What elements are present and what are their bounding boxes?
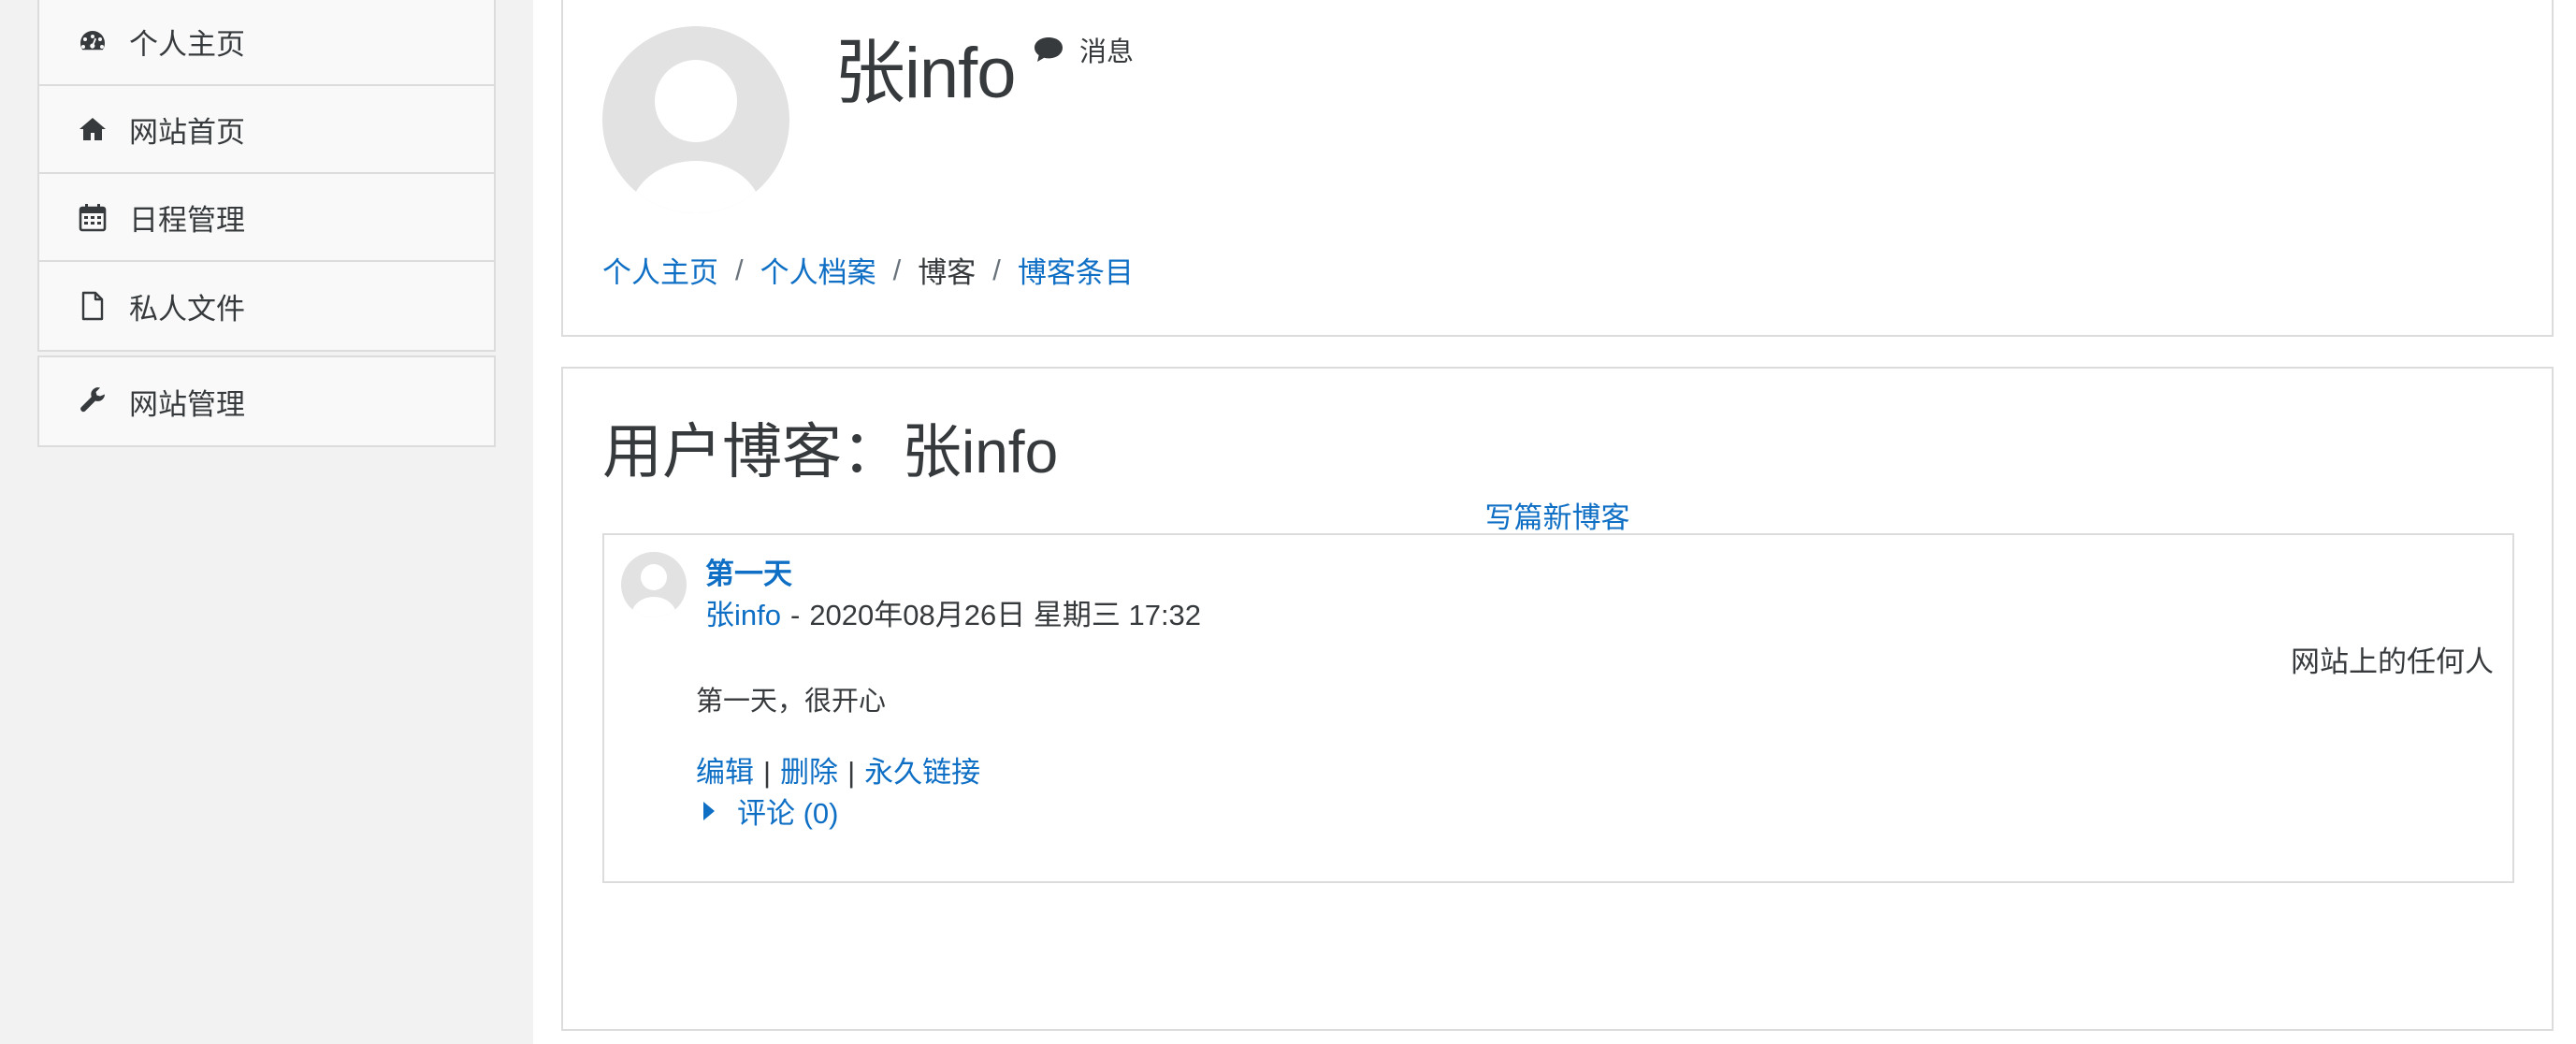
action-separator: | [763,756,772,789]
blog-entry: 第一天 张info -2020年08月26日 星期三 17:32 网站上的任何人 … [602,533,2514,883]
breadcrumb-blog: 博客 [918,256,977,289]
entry-actions: 编辑 | 删除 | 永久链接 [696,748,980,790]
breadcrumb-profile[interactable]: 个人档案 [760,249,876,291]
page-header: 张info 消息 个人主页 / 个人档案 / 博客 / 博客条目 [561,0,2554,337]
nav-item-private-files[interactable]: 私人文件 [39,262,494,350]
comments-toggle[interactable]: 评论 (0) [696,790,839,832]
new-entry-wrapper: 写篇新博客 [563,494,2552,536]
entry-author-avatar[interactable] [621,552,687,617]
message-button[interactable]: 消息 [1033,30,1134,69]
action-separator: | [847,756,856,789]
entry-body: 第一天，很开心 [696,687,887,717]
nav-item-site-admin[interactable]: 网站管理 [39,357,494,445]
nav-item-calendar[interactable]: 日程管理 [39,174,494,262]
left-sidebar: 个人主页 网站首页 日程管理 私人文件 网站管理 [0,0,533,1044]
caret-right-icon [703,801,715,820]
edit-link[interactable]: 编辑 [696,756,754,789]
entry-author-link[interactable]: 张info [705,599,781,631]
nav-item-dashboard[interactable]: 个人主页 [39,0,494,86]
nav-item-label: 网站管理 [129,387,245,421]
dashboard-icon [77,25,109,57]
home-icon [77,113,109,145]
nav-item-site-home[interactable]: 网站首页 [39,86,494,174]
breadcrumb-blog-entries[interactable]: 博客条目 [1018,249,1134,291]
comments-label: 评论 (0) [737,797,839,830]
wrench-icon [77,385,109,417]
meta-dash: - [789,599,801,631]
entry-visibility: 网站上的任何人 [2291,645,2494,678]
entry-meta: 张info -2020年08月26日 星期三 17:32 [705,591,1201,633]
breadcrumb-separator: / [735,253,744,286]
primary-nav: 个人主页 网站首页 日程管理 私人文件 [37,0,496,352]
blog-heading: 用户博客：张info [602,418,1059,486]
page-title: 张info [834,34,1017,113]
avatar-silhouette-head [655,60,737,142]
breadcrumb-separator: / [992,253,1001,286]
main-content: 用户博客：张info 写篇新博客 第一天 张info -2020年08月26日 星… [561,367,2554,1031]
nav-item-label: 日程管理 [129,203,245,237]
delete-link[interactable]: 删除 [780,756,838,789]
nav-item-label: 个人主页 [129,27,245,61]
message-label: 消息 [1079,37,1135,67]
entry-datetime: 2020年08月26日 星期三 17:32 [809,599,1202,631]
breadcrumb-separator: / [892,253,902,286]
breadcrumb-dashboard[interactable]: 个人主页 [602,249,718,291]
secondary-nav: 网站管理 [37,355,496,447]
avatar-silhouette-head [641,564,667,590]
permalink-link[interactable]: 永久链接 [864,756,980,789]
add-new-entry-link[interactable]: 写篇新博客 [1485,501,1630,534]
calendar-icon [77,201,109,233]
nav-item-label: 网站首页 [129,115,245,149]
breadcrumb: 个人主页 / 个人档案 / 博客 / 博客条目 [602,249,1134,291]
user-avatar[interactable] [602,26,789,213]
comment-icon [1035,37,1063,62]
avatar-silhouette-body [630,161,761,213]
nav-item-label: 私人文件 [129,292,245,326]
avatar-silhouette-body [631,597,676,617]
entry-title-link[interactable]: 第一天 [705,550,792,592]
file-icon [77,290,109,322]
